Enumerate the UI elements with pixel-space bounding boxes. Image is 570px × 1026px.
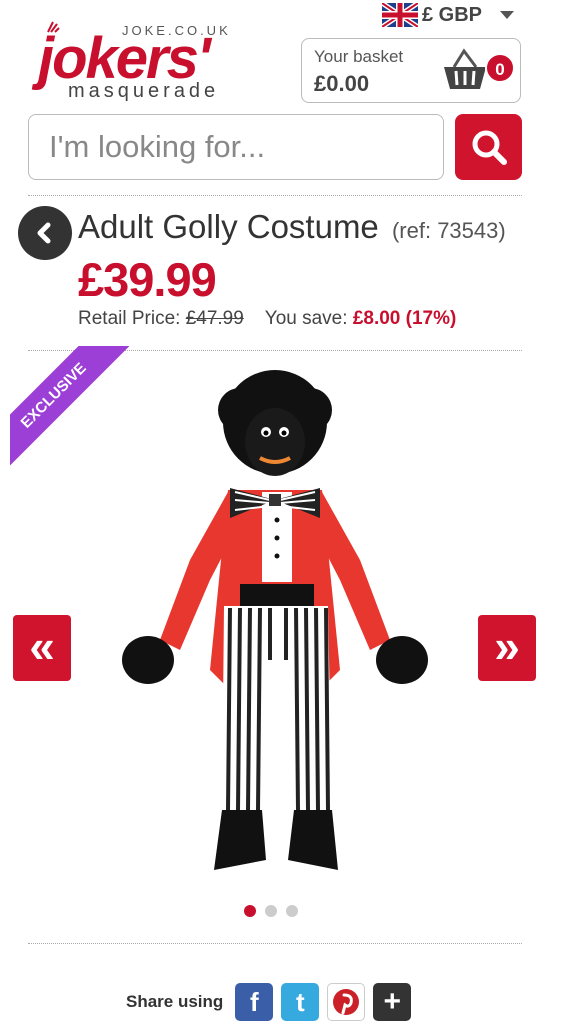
search-input[interactable] [29,115,443,179]
save-label: You save: [264,308,348,329]
search-box [28,114,444,180]
chevron-down-icon [500,11,515,19]
logo-subtitle: masquerade [68,80,220,102]
basket-button[interactable]: Your basket £0.00 0 [301,38,521,103]
gallery-dots [244,905,298,917]
divider [28,195,522,196]
facebook-icon[interactable]: f [235,983,274,1021]
search-button[interactable] [455,114,522,180]
pinterest-icon[interactable] [327,983,366,1021]
uk-flag-icon [382,3,418,27]
product-title: Adult Golly Costume (ref: 73543) [78,208,506,246]
chevron-left-icon [37,222,51,244]
currency-label: £ GBP [422,3,483,26]
product-image[interactable] [110,370,450,890]
back-button[interactable] [18,206,72,260]
share-bar: Share using f t + [126,983,412,1021]
gallery-dot[interactable] [286,905,298,917]
product-name: Adult Golly Costume [78,208,379,245]
twitter-icon[interactable]: t [281,983,320,1021]
pinterest-glyph-icon [333,989,360,1015]
product-price: £39.99 [78,253,217,306]
basket-total: £0.00 [314,71,370,96]
gallery-dot[interactable] [244,905,256,917]
google-plus-icon[interactable]: + [373,983,412,1021]
retail-label: Retail Price: [78,308,181,329]
basket-icon [444,48,486,89]
basket-count-badge: 0 [485,53,515,83]
retail-info: Retail Price: £47.99 You save: £8.00 (17… [78,308,456,330]
gallery-next-button[interactable]: » [478,615,536,681]
currency-selector[interactable]: £ GBP [382,3,515,27]
divider [28,943,522,944]
gallery-dot[interactable] [265,905,277,917]
search-icon [472,130,507,165]
product-ref: (ref: 73543) [391,218,506,243]
share-label: Share using [126,992,224,1011]
gallery-prev-button[interactable]: « [13,615,71,681]
save-value: £8.00 (17%) [352,308,457,329]
basket-label: Your basket [314,47,404,66]
retail-price: £47.99 [185,308,244,329]
site-logo[interactable]: JOKE.CO.UK jokers' masquerade [38,18,253,104]
